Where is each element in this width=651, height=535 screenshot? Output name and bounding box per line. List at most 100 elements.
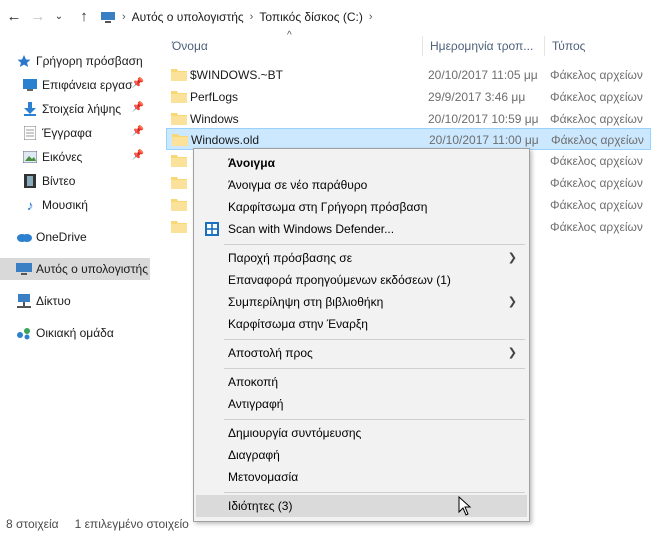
sidebar-item-label: Βίντεο <box>42 174 76 188</box>
file-date: 29/9/2017 3:46 μμ <box>428 89 526 104</box>
menu-item-label: Αντιγραφή <box>228 397 284 411</box>
column-header-label: Τύπος <box>552 39 586 53</box>
menu-item-include-library[interactable]: Συμπερίληψη στη βιβλιοθήκη ❯ <box>196 291 527 313</box>
pictures-icon <box>22 149 38 165</box>
windows-defender-icon <box>205 222 219 236</box>
sidebar-item-label: OneDrive <box>36 230 87 244</box>
back-arrow-icon[interactable]: ← <box>4 6 24 26</box>
menu-item-copy[interactable]: Αντιγραφή <box>196 393 527 415</box>
breadcrumb[interactable]: › Αυτός ο υπολογιστής › Τοπικός δίσκος (… <box>100 8 373 26</box>
menu-item-give-access[interactable]: Παροχή πρόσβασης σε ❯ <box>196 247 527 269</box>
menu-item-label: Συμπερίληψη στη βιβλιοθήκη <box>228 295 384 309</box>
forward-arrow-icon[interactable]: → <box>28 6 48 26</box>
table-row[interactable]: $WINDOWS.~BT 20/10/2017 11:05 μμ Φάκελος… <box>166 64 651 85</box>
column-divider[interactable] <box>422 36 423 56</box>
menu-separator <box>224 368 525 369</box>
file-date: 20/10/2017 10:59 μμ <box>428 111 539 126</box>
submenu-arrow-icon: ❯ <box>507 252 517 264</box>
submenu-arrow-icon: ❯ <box>507 296 517 308</box>
computer-icon <box>101 12 115 23</box>
star-icon <box>16 53 32 69</box>
menu-item-pin-start[interactable]: Καρφίτσωμα στην Έναρξη <box>196 313 527 335</box>
table-row[interactable]: Windows 20/10/2017 10:59 μμ Φάκελος αρχε… <box>166 108 651 129</box>
menu-item-label: Καρφίτσωμα στην Έναρξη <box>228 317 368 331</box>
menu-item-create-shortcut[interactable]: Δημιουργία συντόμευσης <box>196 422 527 444</box>
sidebar-item-downloads[interactable]: Στοιχεία λήψης 📌 <box>0 98 150 120</box>
column-header-name[interactable]: Όνομα <box>166 34 426 58</box>
file-date: 20/10/2017 11:00 μμ <box>429 132 539 147</box>
menu-item-delete[interactable]: Διαγραφή <box>196 444 527 466</box>
column-header-date[interactable]: Ημερομηνία τροπ... <box>424 34 546 58</box>
sidebar-item-label: Αυτός ο υπολογιστής <box>36 262 148 276</box>
breadcrumb-this-pc[interactable]: Αυτός ο υπολογιστής <box>132 10 244 24</box>
file-type: Φάκελος αρχείων <box>550 111 643 126</box>
file-name: Windows <box>190 111 239 126</box>
sidebar-item-pictures[interactable]: Εικόνες 📌 <box>0 146 150 168</box>
menu-item-send-to[interactable]: Αποστολή προς ❯ <box>196 342 527 364</box>
pin-icon: 📌 <box>131 126 144 137</box>
folder-icon <box>171 221 187 233</box>
folder-icon <box>171 91 187 103</box>
menu-item-restore-previous[interactable]: Επαναφορά προηγούμενων εκδόσεων (1) <box>196 269 527 291</box>
menu-separator <box>224 419 525 420</box>
breadcrumb-local-disk[interactable]: Τοπικός δίσκος (C:) <box>259 10 363 24</box>
menu-item-open-new-window[interactable]: Άνοιγμα σε νέο παράθυρο <box>196 174 527 196</box>
breadcrumb-separator-icon: › <box>122 11 126 23</box>
menu-item-scan-defender[interactable]: Scan with Windows Defender... <box>196 218 527 240</box>
sidebar-item-music[interactable]: ♪ Μουσική <box>0 194 150 216</box>
sidebar-item-this-pc[interactable]: Αυτός ο υπολογιστής <box>0 258 150 280</box>
download-icon <box>22 101 38 117</box>
desktop-icon <box>22 77 38 93</box>
sidebar-item-label: Στοιχεία λήψης <box>42 102 122 116</box>
video-icon <box>22 173 38 189</box>
table-row-selected[interactable]: Windows.old 20/10/2017 11:00 μμ Φάκελος … <box>166 128 651 150</box>
sidebar-item-video[interactable]: Βίντεο <box>0 170 150 192</box>
menu-item-label: Ιδιότητες (3) <box>228 499 293 513</box>
menu-item-cut[interactable]: Αποκοπή <box>196 371 527 393</box>
pin-icon: 📌 <box>131 78 144 89</box>
sidebar-item-onedrive[interactable]: OneDrive <box>0 226 150 248</box>
column-divider[interactable] <box>544 36 545 56</box>
submenu-arrow-icon: ❯ <box>507 347 517 359</box>
file-date: 20/10/2017 11:05 μμ <box>428 67 538 82</box>
folder-icon <box>171 177 187 189</box>
file-name: PerfLogs <box>190 89 239 104</box>
breadcrumb-separator-icon: › <box>249 11 254 23</box>
sidebar-item-label: Δίκτυο <box>36 294 71 308</box>
menu-item-open[interactable]: Άνοιγμα <box>196 152 527 174</box>
onedrive-icon <box>16 229 32 245</box>
sidebar-item-label: Εικόνες <box>42 150 83 164</box>
folder-icon <box>171 69 187 81</box>
sidebar-item-quick-access[interactable]: Γρήγορη πρόσβαση <box>0 50 150 72</box>
file-type: Φάκελος αρχείων <box>551 132 644 147</box>
file-type: Φάκελος αρχείων <box>550 197 643 212</box>
menu-item-rename[interactable]: Μετονομασία <box>196 466 527 488</box>
up-arrow-icon[interactable]: ↑ <box>74 6 94 26</box>
file-type: Φάκελος αρχείων <box>550 153 643 168</box>
recent-dropdown-icon[interactable]: ⌄ <box>52 6 66 26</box>
homegroup-icon <box>16 325 32 341</box>
menu-item-label: Διαγραφή <box>228 448 280 462</box>
menu-item-pin-quick-access[interactable]: Καρφίτσωμα στη Γρήγορη πρόσβαση <box>196 196 527 218</box>
menu-item-label: Δημιουργία συντόμευσης <box>228 426 362 440</box>
sidebar-item-network[interactable]: Δίκτυο <box>0 290 150 312</box>
sidebar-item-documents[interactable]: Έγγραφα 📌 <box>0 122 150 144</box>
menu-item-properties[interactable]: Ιδιότητες (3) <box>196 495 527 517</box>
sidebar-item-desktop[interactable]: Επιφάνεια εργασ 📌 <box>0 74 150 96</box>
menu-separator <box>224 244 525 245</box>
menu-item-label: Άνοιγμα <box>228 156 275 170</box>
table-row[interactable]: PerfLogs 29/9/2017 3:46 μμ Φάκελος αρχεί… <box>166 86 651 107</box>
file-type: Φάκελος αρχείων <box>550 89 643 104</box>
menu-item-label: Scan with Windows Defender... <box>228 222 395 236</box>
column-header-label: Ημερομηνία τροπ... <box>430 39 534 53</box>
sidebar-item-label: Επιφάνεια εργασ <box>42 78 133 92</box>
file-name: Windows.old <box>191 132 260 147</box>
sidebar-item-homegroup[interactable]: Οικιακή ομάδα <box>0 322 150 344</box>
file-type: Φάκελος αρχείων <box>550 219 643 234</box>
column-header-type[interactable]: Τύπος <box>546 34 651 58</box>
status-selected-count: 1 επιλεγμένο στοιχείο <box>74 516 189 531</box>
menu-item-label: Παροχή πρόσβασης σε <box>228 251 353 265</box>
folder-icon <box>171 155 187 167</box>
menu-separator <box>224 339 525 340</box>
folder-icon <box>172 134 188 146</box>
